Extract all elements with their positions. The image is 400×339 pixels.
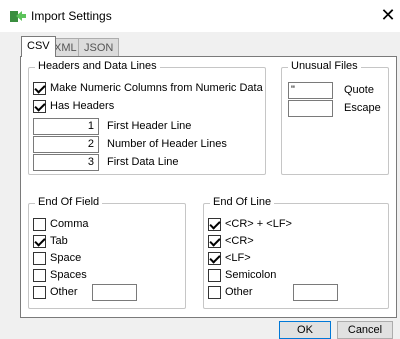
first-data-line-label: First Data Line [107, 156, 179, 168]
group-title: Headers and Data Lines [35, 60, 160, 72]
make-numeric-checkbox[interactable] [33, 82, 46, 95]
num-header-lines-label: Number of Header Lines [107, 138, 227, 150]
space-checkbox[interactable] [33, 252, 46, 265]
semicolon-checkbox[interactable] [208, 269, 221, 282]
field-other-input[interactable] [92, 284, 137, 301]
space-label: Space [50, 252, 82, 264]
line-other-label: Other [225, 286, 253, 298]
window-title: Import Settings [31, 9, 112, 23]
group-title: Unusual Files [288, 60, 361, 72]
cancel-button[interactable]: Cancel [337, 321, 393, 339]
escape-field[interactable] [288, 100, 333, 117]
group-title: End Of Field [35, 196, 103, 208]
quote-label: Quote [344, 84, 374, 96]
unusual-files-group: Unusual Files " Quote Escape [281, 60, 389, 175]
quote-field[interactable]: " [288, 82, 333, 99]
semicolon-label: Semicolon [225, 269, 277, 281]
cr-label: <CR> [225, 235, 254, 247]
line-other-input[interactable] [293, 284, 338, 301]
has-headers-label: Has Headers [50, 100, 115, 112]
import-app-icon [10, 11, 26, 22]
tab-checkbox[interactable] [33, 235, 46, 248]
make-numeric-label: Make Numeric Columns from Numeric Data [50, 82, 263, 94]
cr-lf-checkbox[interactable] [208, 218, 221, 231]
first-data-line-field[interactable]: 3 [33, 154, 99, 171]
lf-label: <LF> [225, 252, 251, 264]
escape-label: Escape [344, 102, 381, 114]
end-of-field-group: End Of Field Comma Tab Space Spaces Othe… [28, 196, 186, 309]
group-title: End Of Line [210, 196, 275, 208]
spaces-checkbox[interactable] [33, 269, 46, 282]
csv-tab-panel: Headers and Data Lines Make Numeric Colu… [20, 56, 397, 318]
first-header-line-label: First Header Line [107, 120, 192, 132]
cr-lf-label: <CR> + <LF> [225, 218, 292, 230]
spaces-label: Spaces [50, 269, 87, 281]
line-other-checkbox[interactable] [208, 286, 221, 299]
cr-checkbox[interactable] [208, 235, 221, 248]
ok-button[interactable]: OK [279, 321, 331, 339]
comma-label: Comma [50, 218, 89, 230]
comma-checkbox[interactable] [33, 218, 46, 231]
tab-csv[interactable]: CSV [21, 36, 56, 57]
tab-label: Tab [50, 235, 68, 247]
lf-checkbox[interactable] [208, 252, 221, 265]
field-other-checkbox[interactable] [33, 286, 46, 299]
has-headers-checkbox[interactable] [33, 100, 46, 113]
first-header-line-field[interactable]: 1 [33, 118, 99, 135]
tab-json[interactable]: JSON [78, 38, 120, 56]
end-of-line-group: End Of Line <CR> + <LF> <CR> <LF> Semico… [203, 196, 389, 309]
title-bar: Import Settings ✕ [0, 0, 400, 32]
headers-data-lines-group: Headers and Data Lines Make Numeric Colu… [28, 60, 266, 175]
field-other-label: Other [50, 286, 78, 298]
close-icon[interactable]: ✕ [378, 4, 398, 26]
num-header-lines-field[interactable]: 2 [33, 136, 99, 153]
